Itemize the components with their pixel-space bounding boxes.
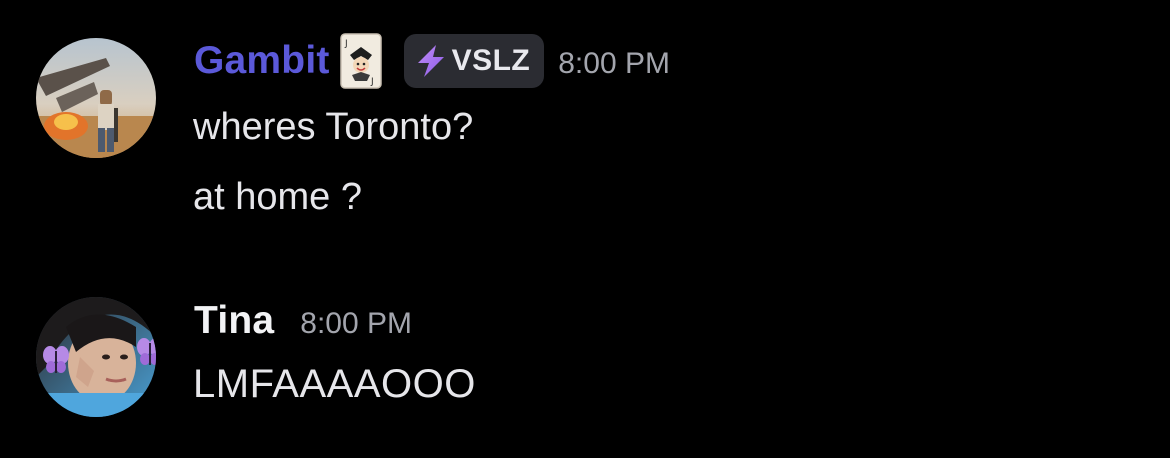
role-badge-label: VSLZ [451,44,531,77]
message-text: at home ? [193,176,362,218]
tina-avatar[interactable] [36,297,156,417]
role-badge[interactable]: VSLZ [403,34,545,88]
svg-text:J: J [370,77,374,87]
chat-message-list: Gambit J J VSLZ 8:00 PM wheres Toronto? … [0,0,1170,458]
svg-text:J: J [344,39,348,49]
message-text: LMFAAAAOOO [193,362,476,406]
username[interactable]: Gambit [194,39,330,83]
timestamp: 8:00 PM [300,307,413,340]
message-text: wheres Toronto? [193,106,474,148]
gambit-avatar[interactable] [36,38,156,158]
message-header: Tina 8:00 PM [194,290,412,352]
lightning-bolt-icon [414,43,448,79]
username[interactable]: Tina [194,299,274,343]
message-header: Gambit J J VSLZ 8:00 PM [194,30,670,92]
timestamp: 8:00 PM [558,47,670,80]
message-group-tina: Tina 8:00 PM LMFAAAAOOO [0,290,1170,430]
message-group-gambit: Gambit J J VSLZ 8:00 PM wheres Toronto? … [0,30,1170,240]
joker-card-icon: J J [339,33,382,89]
